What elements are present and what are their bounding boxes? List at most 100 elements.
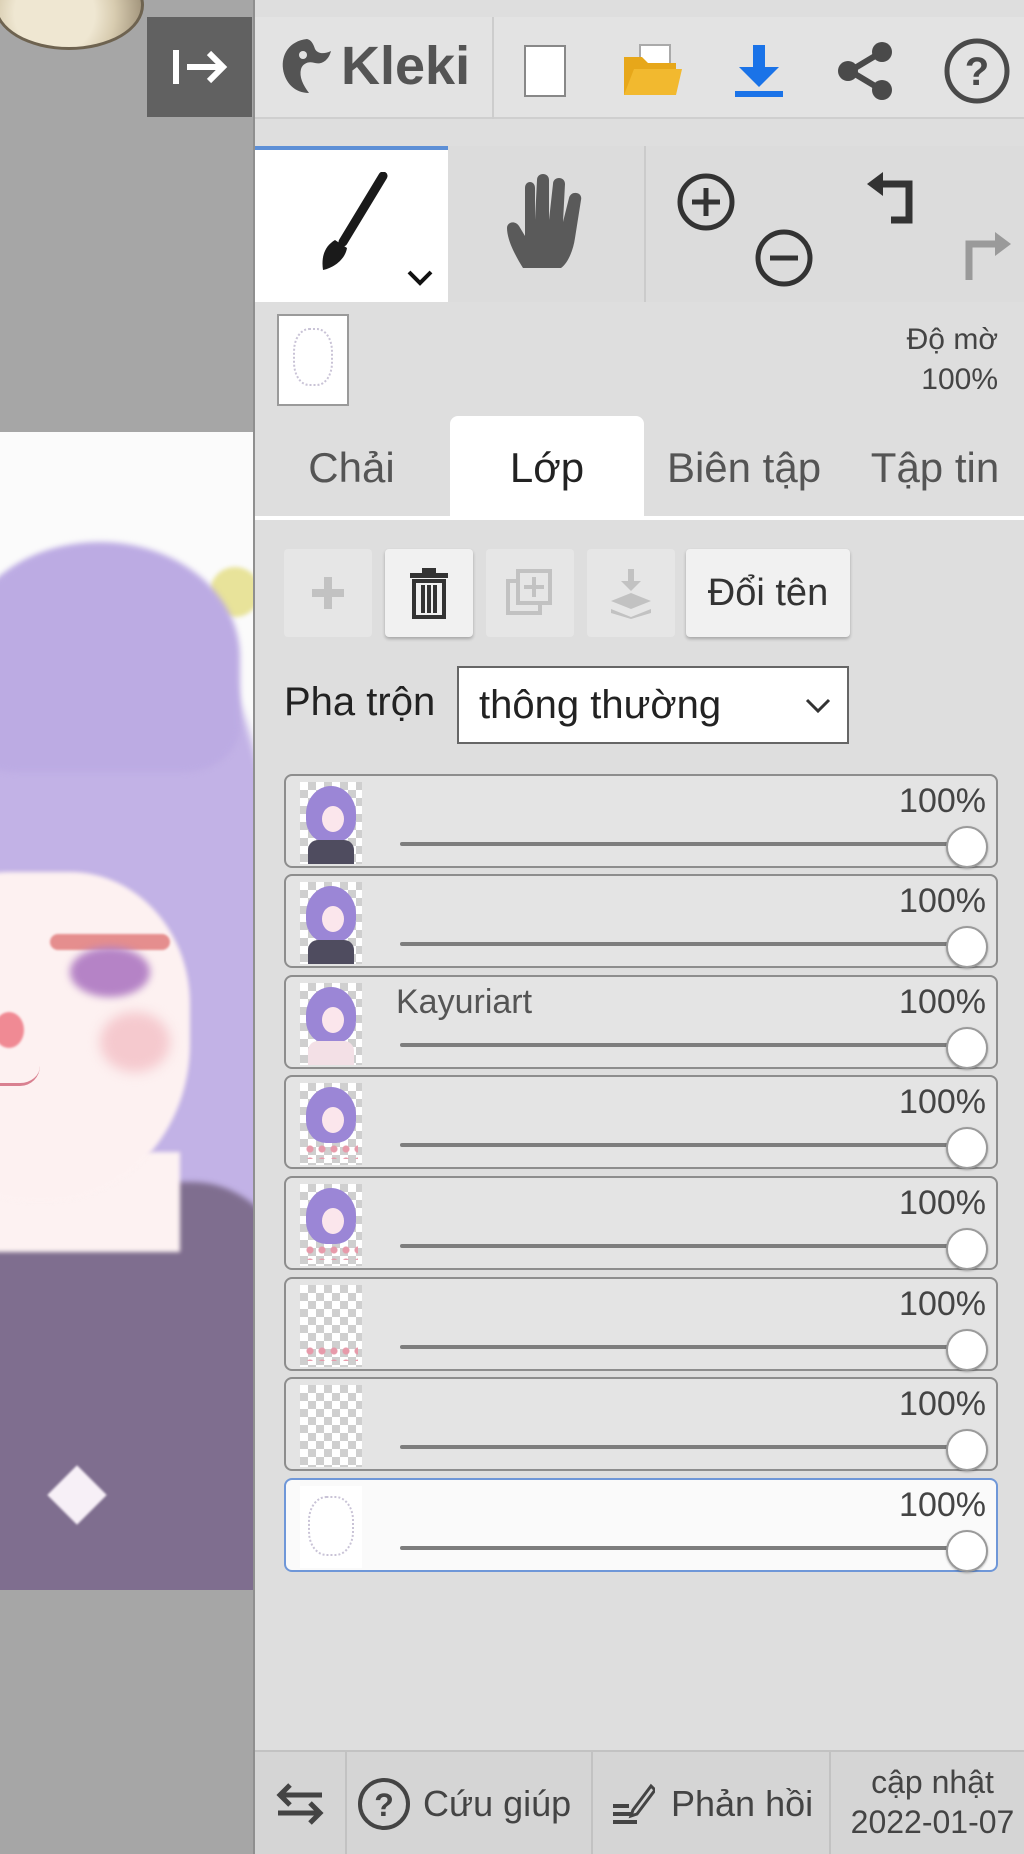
delete-layer-button[interactable] — [385, 549, 473, 637]
slider-handle[interactable] — [946, 1429, 988, 1471]
help-label: Cứu giúp — [423, 1783, 572, 1824]
swap-layout-button[interactable] — [255, 1752, 345, 1854]
help-link[interactable]: ? Cứu giúp — [357, 1752, 571, 1854]
opacity-value: 100% — [921, 363, 998, 396]
layer-row[interactable]: Kayuriart 100% — [284, 975, 998, 1069]
zoom-controls — [644, 146, 844, 302]
tab-file[interactable]: Tập tin — [844, 416, 1024, 520]
merge-down-button[interactable] — [587, 549, 675, 637]
layer-opacity-slider[interactable] — [400, 942, 958, 946]
layer-thumbnail — [300, 1486, 362, 1568]
layer-opacity-value: 100% — [899, 1083, 986, 1121]
hand-tool-button[interactable] — [450, 146, 640, 302]
brush-tool-button[interactable] — [255, 146, 448, 302]
tab-brush[interactable]: Chải — [255, 416, 448, 520]
opacity-readout: Độ mờ 100% — [838, 320, 998, 400]
duplicate-layer-icon — [506, 569, 552, 615]
panel-tabs: Chải Lớp Biên tập Tập tin — [255, 416, 1024, 520]
side-panel: Kleki ? Độ mờ 100% Chải Lớp Biên tập Tập… — [253, 0, 1024, 1854]
slider-handle[interactable] — [946, 826, 988, 868]
layer-row[interactable]: 100% — [284, 1277, 998, 1371]
layer-thumbnail — [300, 1285, 362, 1367]
download-icon — [735, 45, 783, 97]
artwork-bangs — [0, 542, 240, 772]
layer-row-selected[interactable]: 100% — [284, 1478, 998, 1572]
zoom-in-icon[interactable] — [676, 172, 736, 232]
tab-edit[interactable]: Biên tập — [644, 416, 844, 520]
zoom-out-icon[interactable] — [754, 228, 814, 288]
svg-text:?: ? — [965, 50, 989, 94]
new-file-button[interactable] — [513, 39, 577, 103]
layer-thumbnail — [300, 1083, 362, 1165]
share-icon — [838, 42, 892, 100]
redo-icon[interactable] — [951, 228, 1013, 290]
share-button[interactable] — [833, 39, 897, 103]
layer-opacity-slider[interactable] — [400, 1143, 958, 1147]
help-icon: ? — [944, 38, 1010, 104]
layer-thumbnail — [300, 782, 362, 864]
blend-mode-select[interactable]: thông thường — [457, 666, 849, 744]
update-date: 2022-01-07 — [850, 1804, 1015, 1840]
layer-row[interactable]: 100% — [284, 874, 998, 968]
chevron-down-icon[interactable] — [405, 268, 435, 288]
layer-opacity-value: 100% — [899, 882, 986, 920]
add-layer-button[interactable] — [284, 549, 372, 637]
undo-icon[interactable] — [865, 168, 927, 230]
profile-avatar[interactable] — [0, 0, 144, 50]
slider-handle[interactable] — [946, 926, 988, 968]
add-layer-icon — [312, 577, 344, 609]
layer-thumbnail — [300, 882, 362, 964]
artwork-canvas[interactable] — [0, 432, 253, 1590]
layer-opacity-slider[interactable] — [400, 842, 958, 846]
opacity-label: Độ mờ — [906, 323, 998, 356]
update-info[interactable]: cập nhật 2022-01-07 — [839, 1762, 1024, 1842]
layer-opacity-slider[interactable] — [400, 1445, 958, 1449]
drawing-canvas-area[interactable] — [0, 0, 253, 1854]
layer-opacity-slider[interactable] — [400, 1244, 958, 1248]
layer-name: Kayuriart — [396, 983, 533, 1021]
artwork-eye — [70, 947, 150, 997]
layer-row[interactable]: 100% — [284, 1377, 998, 1471]
slider-handle[interactable] — [946, 1127, 988, 1169]
open-folder-icon — [624, 44, 682, 95]
feedback-label: Phản hồi — [671, 1783, 814, 1824]
tool-row — [255, 146, 1024, 302]
layer-row[interactable]: 100% — [284, 1075, 998, 1169]
slider-handle[interactable] — [946, 1530, 988, 1572]
history-controls — [845, 146, 1024, 302]
rename-layer-button[interactable]: Đổi tên — [686, 549, 850, 637]
layer-row[interactable]: 100% — [284, 1176, 998, 1270]
download-button[interactable] — [727, 39, 791, 103]
open-file-button[interactable] — [620, 39, 684, 103]
app-title: Kleki — [341, 36, 471, 96]
new-file-icon — [524, 45, 566, 97]
feedback-link[interactable]: Phản hồi — [611, 1752, 813, 1854]
feedback-pen-icon — [613, 1783, 655, 1824]
hand-icon — [507, 174, 582, 268]
layer-opacity-slider[interactable] — [400, 1043, 958, 1047]
layer-opacity-value: 100% — [899, 983, 986, 1021]
svg-text:?: ? — [374, 1787, 394, 1823]
layer-preview-thumbnail — [277, 314, 349, 406]
toolbar-divider — [492, 17, 494, 119]
bottom-divider — [345, 1752, 347, 1854]
slider-handle[interactable] — [946, 1228, 988, 1270]
trash-icon — [410, 568, 448, 619]
layer-thumbnail — [300, 1385, 362, 1467]
tab-layers[interactable]: Lớp — [450, 416, 644, 520]
swap-arrows-icon — [276, 1783, 324, 1825]
layer-row[interactable]: 100% — [284, 774, 998, 868]
bottom-divider — [829, 1752, 831, 1854]
layer-opacity-slider[interactable] — [400, 1546, 958, 1550]
layer-opacity-value: 100% — [899, 1184, 986, 1222]
slider-handle[interactable] — [946, 1027, 988, 1069]
duplicate-layer-button[interactable] — [486, 549, 574, 637]
collapse-panel-button[interactable] — [147, 17, 252, 117]
slider-handle[interactable] — [946, 1329, 988, 1371]
help-button[interactable]: ? — [939, 38, 1015, 104]
kleki-logo-icon — [282, 39, 331, 93]
artwork-cheek — [100, 1012, 170, 1072]
chevron-down-icon — [805, 698, 831, 714]
layer-opacity-slider[interactable] — [400, 1345, 958, 1349]
kleki-logo[interactable]: Kleki — [277, 35, 470, 97]
